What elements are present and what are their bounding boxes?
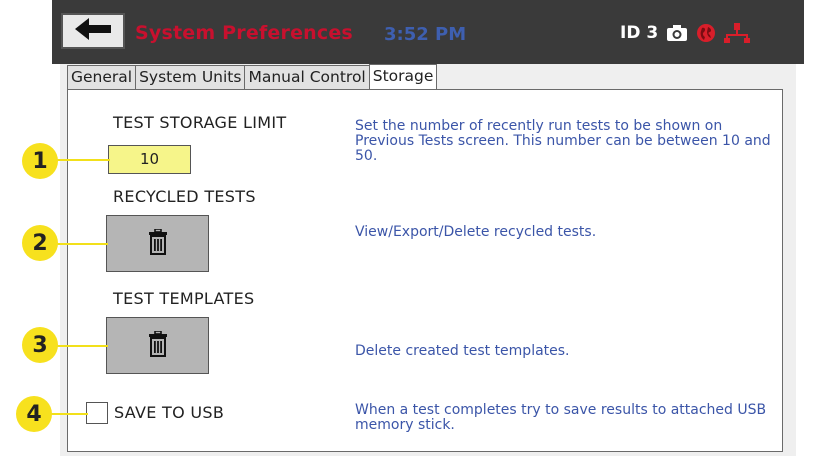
test-templates-label: TEST TEMPLATES [113,289,255,308]
tab-bar: General System Units Manual Control Stor… [67,64,438,91]
test-templates-description: Delete created test templates. [355,343,570,359]
tab-storage[interactable]: Storage [368,64,438,91]
callout-badge-1: 1 [22,143,58,179]
recycled-tests-label: RECYCLED TESTS [113,187,256,206]
device-id: ID 3 [620,23,659,43]
status-area: ID 3 [620,22,751,44]
save-to-usb-label: SAVE TO USB [114,403,225,422]
test-storage-limit-input[interactable]: 10 [108,145,191,174]
test-templates-button[interactable] [106,317,209,374]
test-storage-limit-description: Set the number of recently run tests to … [355,118,771,164]
recycled-tests-button[interactable] [106,215,209,272]
recycled-tests-description: View/Export/Delete recycled tests. [355,224,597,240]
clock: 3:52 PM [384,24,467,45]
save-to-usb-description: When a test completes try to save result… [355,402,767,433]
callout-badge-3: 3 [22,327,58,363]
trash-icon [148,329,167,361]
page-title: System Preferences [135,22,353,44]
callout-badge-2: 2 [22,225,58,261]
tab-general[interactable]: General [67,65,137,90]
globe-icon[interactable] [696,23,716,43]
network-icon[interactable] [724,22,751,44]
trash-icon [148,227,167,259]
back-arrow-icon [73,17,113,45]
tab-manual-control[interactable]: Manual Control [244,65,370,90]
save-to-usb-checkbox[interactable] [86,402,108,424]
test-storage-limit-label: TEST STORAGE LIMIT [113,113,287,132]
camera-icon[interactable] [666,24,688,42]
back-button[interactable] [61,13,125,49]
callout-badge-4: 4 [16,396,52,432]
tab-system-units[interactable]: System Units [135,65,246,90]
